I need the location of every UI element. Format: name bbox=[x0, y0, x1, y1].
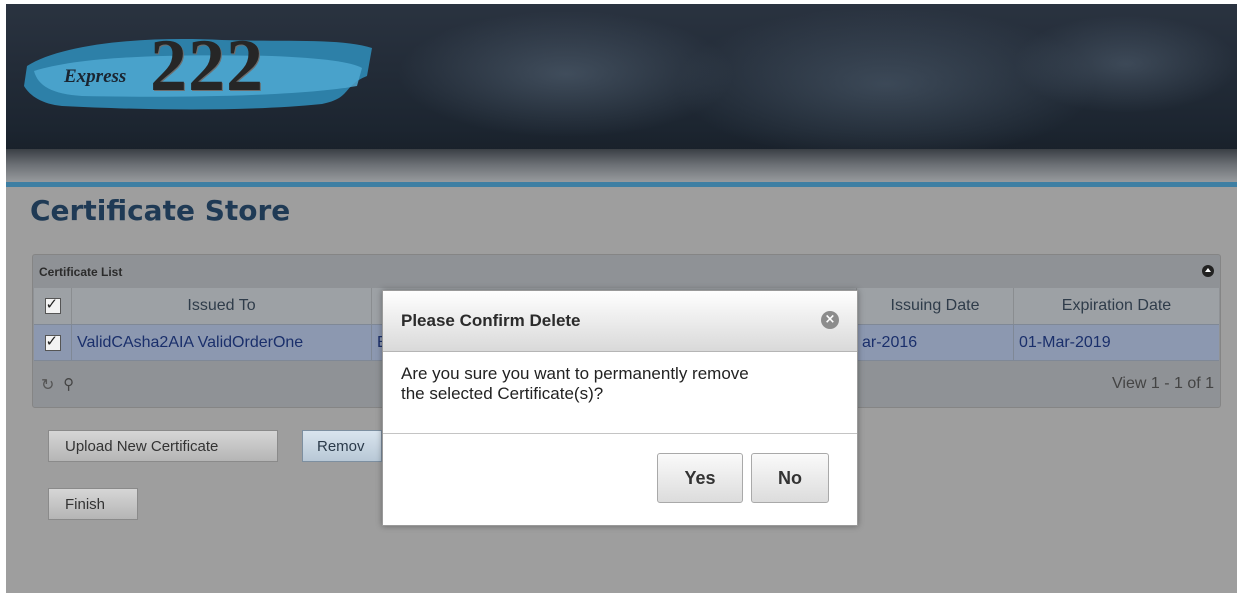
dialog-message-line1: Are you sure you want to permanently rem… bbox=[401, 364, 749, 383]
yes-button[interactable]: Yes bbox=[657, 453, 743, 503]
modal-overlay: Please Confirm Delete × Are you sure you… bbox=[0, 0, 1241, 597]
dialog-divider bbox=[383, 433, 857, 434]
dialog-title: Please Confirm Delete bbox=[401, 311, 581, 330]
dialog-message: Are you sure you want to permanently rem… bbox=[401, 364, 841, 404]
dialog-header: Please Confirm Delete × bbox=[383, 291, 857, 352]
confirm-delete-dialog: Please Confirm Delete × Are you sure you… bbox=[382, 290, 858, 526]
close-icon[interactable]: × bbox=[821, 311, 839, 329]
no-button[interactable]: No bbox=[751, 453, 829, 503]
dialog-message-line2: the selected Certificate(s)? bbox=[401, 384, 604, 403]
